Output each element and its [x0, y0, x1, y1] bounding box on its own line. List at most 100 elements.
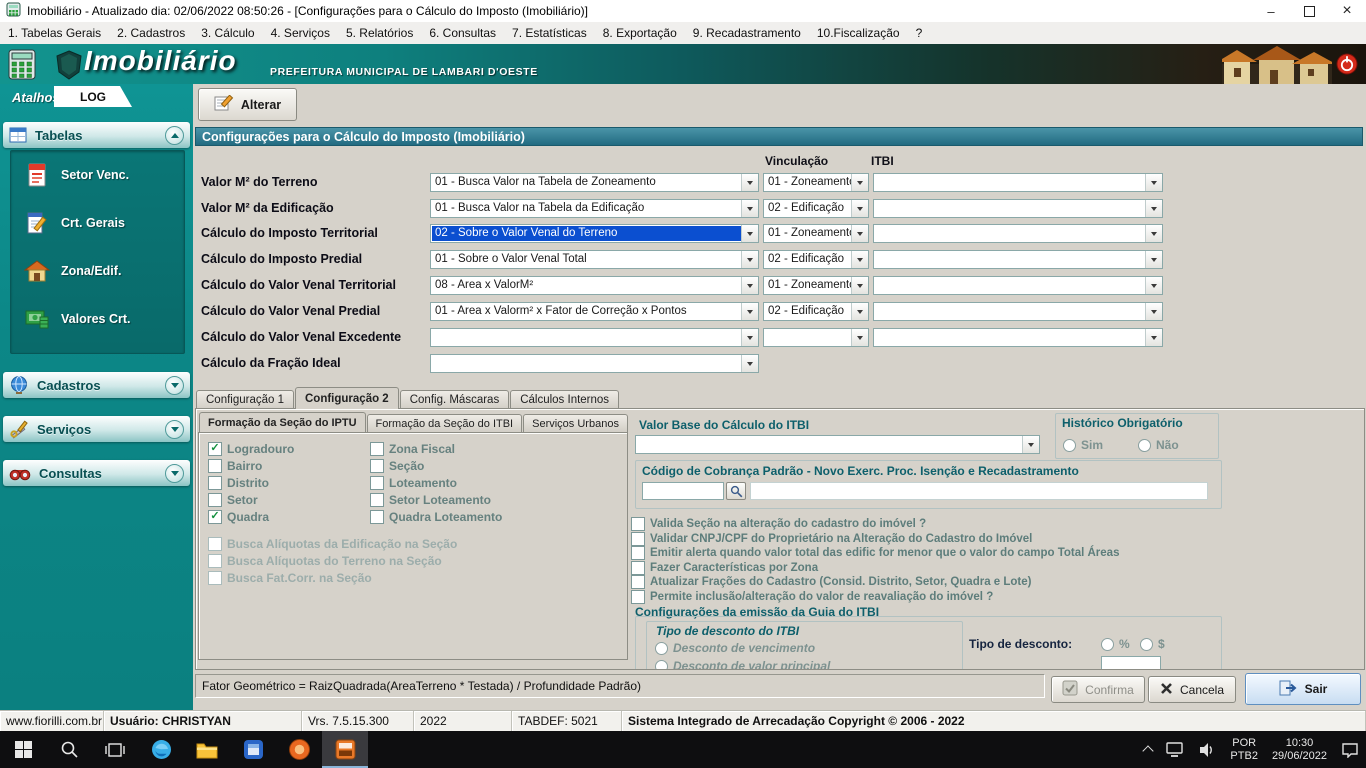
tab-configuracao-2[interactable]: Configuração 2 — [295, 387, 399, 409]
minimize-button[interactable]: – — [1252, 0, 1290, 22]
menu-cadastros[interactable]: 2. Cadastros — [109, 23, 193, 43]
chevron-down-icon[interactable] — [851, 329, 868, 346]
radio-sim[interactable]: Sim — [1063, 438, 1103, 452]
cancela-button[interactable]: Cancela — [1148, 676, 1236, 703]
value-dropdown[interactable]: 01 - Busca Valor na Tabela da Edificação — [430, 199, 759, 218]
tray-expand-button[interactable] — [1137, 731, 1159, 768]
checkbox-zona-fiscal[interactable]: Zona Fiscal — [370, 442, 455, 456]
value-dropdown-selected[interactable]: 02 - Sobre o Valor Venal do Terreno — [430, 224, 759, 243]
menu-fiscalizacao[interactable]: 10.Fiscalização — [809, 23, 908, 43]
vinculacao-dropdown[interactable]: 02 - Edificação — [763, 250, 869, 269]
itbi-dropdown[interactable] — [873, 302, 1163, 321]
sidebar-item-zona-edif[interactable]: Zona/Edif. — [21, 257, 121, 285]
chevron-down-icon[interactable] — [1145, 251, 1162, 268]
chevron-down-icon[interactable] — [741, 225, 758, 242]
checkbox-setor-loteamento[interactable]: Setor Loteamento — [370, 493, 491, 507]
checkbox-validar-cnpj-cpf[interactable]: Validar CNPJ/CPF do Proprietário na Alte… — [631, 532, 1032, 546]
vinculacao-dropdown[interactable]: 02 - Edificação — [763, 199, 869, 218]
chevron-down-icon[interactable] — [851, 200, 868, 217]
chevron-down-icon[interactable] — [165, 464, 184, 483]
checkbox-emitir-alerta[interactable]: Emitir alerta quando valor total das edi… — [631, 546, 1119, 560]
chevron-down-icon[interactable] — [741, 174, 758, 191]
chevron-down-icon[interactable] — [741, 277, 758, 294]
sidebar-group-servicos[interactable]: Serviços — [3, 416, 190, 442]
tab-configuracao-1[interactable]: Configuração 1 — [196, 390, 294, 409]
confirma-button[interactable]: Confirma — [1051, 676, 1145, 703]
checkbox-box[interactable] — [208, 571, 222, 585]
codigo-cobranca-descricao-field[interactable] — [750, 482, 1208, 500]
menu-tabelas-gerais[interactable]: 1. Tabelas Gerais — [0, 23, 109, 43]
radio-button[interactable] — [1063, 439, 1076, 452]
value-dropdown[interactable] — [430, 328, 759, 347]
checkbox-box[interactable] — [370, 459, 384, 473]
checkbox-box[interactable] — [631, 561, 645, 575]
checkbox-secao[interactable]: Seção — [370, 459, 424, 473]
clock[interactable]: 10:30 29/06/2022 — [1265, 731, 1334, 768]
radio-button[interactable] — [655, 642, 668, 655]
log-tab[interactable]: LOG — [54, 86, 132, 107]
chevron-down-icon[interactable] — [851, 303, 868, 320]
itbi-dropdown[interactable] — [873, 276, 1163, 295]
checkbox-valida-secao[interactable]: Valida Seção na alteração do cadastro do… — [631, 517, 926, 531]
chevron-down-icon[interactable] — [1145, 174, 1162, 191]
itbi-dropdown[interactable] — [873, 250, 1163, 269]
sidebar-item-valores-crt[interactable]: Valores Crt. — [21, 305, 130, 333]
language-indicator[interactable]: POR PTB2 — [1223, 731, 1265, 768]
checkbox-permite-reavaliacao[interactable]: Permite inclusão/alteração do valor de r… — [631, 590, 993, 604]
close-button[interactable]: × — [1328, 0, 1366, 22]
vinculacao-dropdown[interactable]: 01 - Zoneamento — [763, 276, 869, 295]
menu-recadastramento[interactable]: 9. Recadastramento — [685, 23, 809, 43]
checkbox-bairro[interactable]: Bairro — [208, 459, 262, 473]
sidebar-item-crt-gerais[interactable]: Crt. Gerais — [21, 209, 125, 237]
checkbox-box[interactable] — [631, 575, 645, 589]
value-dropdown[interactable]: 01 - Busca Valor na Tabela de Zoneamento — [430, 173, 759, 192]
chevron-down-icon[interactable] — [851, 277, 868, 294]
chevron-down-icon[interactable] — [741, 329, 758, 346]
menu-calculo[interactable]: 3. Cálculo — [193, 23, 262, 43]
itbi-dropdown[interactable] — [873, 328, 1163, 347]
checkbox-quadra[interactable]: ✓Quadra — [208, 510, 269, 524]
value-dropdown[interactable]: 01 - Sobre o Valor Venal Total — [430, 250, 759, 269]
checkbox-loteamento[interactable]: Loteamento — [370, 476, 457, 490]
checkbox-box[interactable] — [208, 493, 222, 507]
sair-button[interactable]: Sair — [1245, 673, 1361, 705]
checkbox-setor[interactable]: Setor — [208, 493, 258, 507]
value-dropdown[interactable]: 01 - Area x Valorm² x Fator de Correção … — [430, 302, 759, 321]
radio-button[interactable] — [1101, 638, 1114, 651]
chevron-down-icon[interactable] — [741, 355, 758, 372]
taskbar-search-button[interactable] — [46, 731, 92, 768]
menu-relatorios[interactable]: 5. Relatórios — [338, 23, 421, 43]
alterar-button[interactable]: Alterar — [198, 88, 297, 121]
subtab-formacao-secao-iptu[interactable]: Formação da Seção do IPTU — [199, 412, 366, 432]
app-imobiliario-button[interactable] — [322, 731, 368, 768]
checkbox-box[interactable] — [370, 442, 384, 456]
volume-icon[interactable] — [1191, 731, 1223, 768]
checkbox-box[interactable] — [208, 459, 222, 473]
start-button[interactable] — [0, 731, 46, 768]
chevron-down-icon[interactable] — [1145, 225, 1162, 242]
menu-consultas[interactable]: 6. Consultas — [421, 23, 504, 43]
checkbox-box[interactable] — [631, 590, 645, 604]
checkbox-distrito[interactable]: Distrito — [208, 476, 269, 490]
tab-config-mascaras[interactable]: Config. Máscaras — [400, 390, 509, 409]
action-center-button[interactable] — [1334, 731, 1366, 768]
itbi-dropdown[interactable] — [873, 224, 1163, 243]
menu-estatisticas[interactable]: 7. Estatísticas — [504, 23, 595, 43]
chevron-down-icon[interactable] — [741, 200, 758, 217]
app-fiorilli-button[interactable] — [276, 731, 322, 768]
chevron-down-icon[interactable] — [165, 420, 184, 439]
itbi-dropdown[interactable] — [873, 199, 1163, 218]
radio-percentual[interactable]: % — [1101, 637, 1130, 651]
checkbox-box[interactable] — [370, 493, 384, 507]
checkbox-busca-fatcorr-secao[interactable]: Busca Fat.Corr. na Seção — [208, 571, 372, 585]
vinculacao-dropdown[interactable] — [763, 328, 869, 347]
search-button[interactable] — [726, 482, 746, 500]
checkbox-box[interactable]: ✓ — [208, 510, 222, 524]
radio-desconto-vencimento[interactable]: Desconto de vencimento — [655, 641, 815, 655]
subtab-formacao-secao-itbi[interactable]: Formação da Seção do ITBI — [367, 414, 523, 432]
vinculacao-dropdown[interactable]: 01 - Zoneamento — [763, 173, 869, 192]
chevron-down-icon[interactable] — [165, 376, 184, 395]
vinculacao-dropdown[interactable]: 02 - Edificação — [763, 302, 869, 321]
value-dropdown[interactable] — [430, 354, 759, 373]
chevron-down-icon[interactable] — [1145, 200, 1162, 217]
